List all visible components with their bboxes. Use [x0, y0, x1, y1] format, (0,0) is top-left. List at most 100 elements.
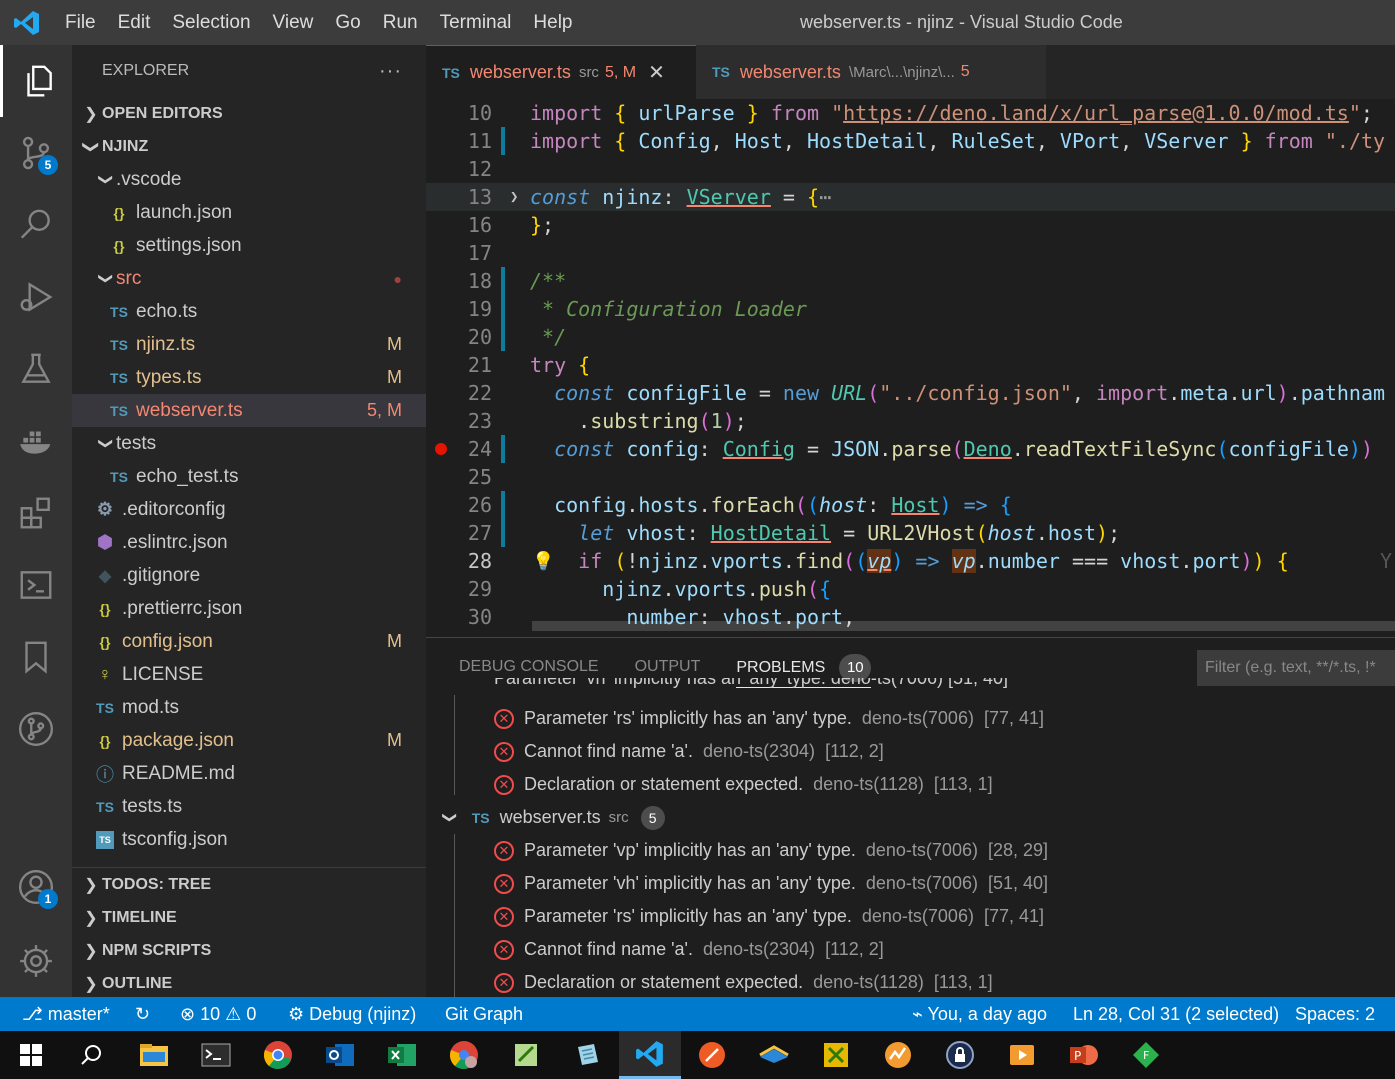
vscode-taskbar-icon[interactable] — [619, 1031, 681, 1079]
problem-row[interactable]: ✕ Parameter 'vp' implicitly has an 'any'… — [494, 834, 1048, 867]
mail-app-icon[interactable] — [743, 1031, 805, 1079]
tree-folder-src[interactable]: ❯ src ● — [72, 262, 426, 295]
powerpoint-icon[interactable]: P — [1053, 1031, 1115, 1079]
tree-file-readme-md[interactable]: ⓘ README.md — [72, 757, 426, 790]
problem-row-partial[interactable]: Parameter 'vh' implicitly has an 'any' t… — [494, 678, 1008, 695]
npm-scripts-section[interactable]: ❯ NPM SCRIPTS — [72, 934, 426, 967]
problem-file-group[interactable]: ❯ TS webserver.ts src 5 — [442, 801, 665, 834]
tree-file-gitignore[interactable]: ◆ .gitignore — [72, 559, 426, 592]
docker-icon[interactable] — [0, 405, 72, 477]
tree-file-echo-test-ts[interactable]: TS echo_test.ts — [72, 460, 426, 493]
tree-folder-tests[interactable]: ❯ tests — [72, 427, 426, 460]
notepad-plus-icon[interactable] — [495, 1031, 557, 1079]
tree-file-editorconfig[interactable]: ⚙ .editorconfig — [72, 493, 426, 526]
notes-app-icon[interactable] — [557, 1031, 619, 1079]
menu-edit[interactable]: Edit — [107, 0, 162, 45]
tab-webserver-ts-active[interactable]: TS webserver.ts src 5, M ✕ — [426, 45, 696, 99]
problem-row[interactable]: ✕ Parameter 'rs' implicitly has an 'any'… — [494, 702, 1044, 735]
problem-row[interactable]: ✕ Cannot find name 'a'. deno-ts(2304) [1… — [494, 933, 884, 966]
explorer-icon[interactable] — [0, 45, 72, 117]
project-section[interactable]: ❯ NJINZ — [72, 130, 426, 163]
problem-row[interactable]: ✕ Parameter 'rs' implicitly has an 'any'… — [494, 900, 1044, 933]
status-git-graph[interactable]: Git Graph — [445, 997, 523, 1031]
tree-file-echo-ts[interactable]: TS echo.ts — [72, 295, 426, 328]
status-debug[interactable]: ⚙ Debug (njinz) — [288, 997, 416, 1031]
problem-row[interactable]: ✕ Declaration or statement expected. den… — [494, 768, 993, 801]
status-branch[interactable]: ⎇ master* — [22, 997, 110, 1031]
chrome-icon[interactable] — [247, 1031, 309, 1079]
status-problems[interactable]: ⊗ 10 ⚠ 0 — [180, 997, 256, 1031]
menu-view[interactable]: View — [262, 0, 325, 45]
menu-go[interactable]: Go — [324, 0, 371, 45]
tree-file-config-json[interactable]: {} config.json M — [72, 625, 426, 658]
problem-position: [113, 1] — [933, 972, 993, 992]
close-icon[interactable]: ✕ — [648, 60, 665, 85]
file-explorer-icon[interactable] — [123, 1031, 185, 1079]
code-line: 22 const configFile = new URL("../config… — [426, 379, 1395, 407]
tree-file-launch-json[interactable]: {} launch.json — [72, 196, 426, 229]
tab-webserver-ts-other[interactable]: TS webserver.ts \Marc\...\njinz\... 5 — [696, 45, 1046, 99]
menu-selection[interactable]: Selection — [161, 0, 261, 45]
outline-section[interactable]: ❯ OUTLINE — [72, 967, 426, 1000]
tree-folder-vscode[interactable]: ❯ .vscode — [72, 163, 426, 196]
tree-file-njinz-ts[interactable]: TS njinz.ts M — [72, 328, 426, 361]
taskbar-search-icon[interactable] — [60, 1031, 122, 1079]
problem-row[interactable]: ✕ Parameter 'vh' implicitly has an 'any'… — [494, 867, 1048, 900]
tree-file-webserver-ts[interactable]: TS webserver.ts 5, M — [72, 394, 426, 427]
testing-beaker-icon[interactable] — [0, 333, 72, 405]
excel-icon[interactable] — [371, 1031, 433, 1079]
vscode-logo-icon — [0, 0, 54, 45]
open-editors-section[interactable]: ❯ OPEN EDITORS — [72, 97, 426, 130]
menu-terminal[interactable]: Terminal — [429, 0, 523, 45]
snip-tool-icon[interactable] — [805, 1031, 867, 1079]
tree-file-mod-ts[interactable]: TS mod.ts — [72, 691, 426, 724]
outlook-icon[interactable] — [309, 1031, 371, 1079]
accounts-icon[interactable]: 1 — [0, 851, 72, 923]
timeline-section[interactable]: ❯ TIMELINE — [72, 901, 426, 934]
status-cursor-position[interactable]: Ln 28, Col 31 (2 selected) — [1073, 997, 1279, 1031]
tree-file-tests-ts[interactable]: TS tests.ts — [72, 790, 426, 823]
code-editor[interactable]: 10 import { urlParse } from "https://den… — [426, 99, 1395, 637]
chrome-profile-icon[interactable] — [433, 1031, 495, 1079]
tree-file-settings-json[interactable]: {} settings.json — [72, 229, 426, 262]
menu-file[interactable]: File — [54, 0, 107, 45]
error-count: 10 — [200, 1004, 221, 1024]
tree-file-package-json[interactable]: {} package.json M — [72, 724, 426, 757]
git-graph-icon[interactable] — [0, 693, 72, 765]
menu-help[interactable]: Help — [522, 0, 583, 45]
todos-tree-section[interactable]: ❯ TODOS: TREE — [72, 868, 426, 901]
postman-icon[interactable] — [681, 1031, 743, 1079]
wireshark-icon[interactable] — [867, 1031, 929, 1079]
feedly-icon[interactable]: F — [1115, 1031, 1177, 1079]
status-blame[interactable]: ⌁ You, a day ago — [912, 997, 1047, 1031]
tree-file-tsconfig-json[interactable]: TS tsconfig.json — [72, 823, 426, 856]
vpn-lock-icon[interactable] — [929, 1031, 991, 1079]
search-icon[interactable] — [0, 189, 72, 261]
problem-row[interactable]: ✕ Cannot find name 'a'. deno-ts(2304) [1… — [494, 735, 884, 768]
menu-run[interactable]: Run — [372, 0, 429, 45]
editor-tabs: TS webserver.ts src 5, M ✕ TS webserver.… — [426, 45, 1395, 99]
media-player-icon[interactable] — [991, 1031, 1053, 1079]
tree-file-types-ts[interactable]: TS types.ts M — [72, 361, 426, 394]
code-line: 13 ❯ const njinz: VServer = {⋯ — [426, 183, 1395, 211]
bookmarks-icon[interactable] — [0, 621, 72, 693]
tab-label: PROBLEMS — [736, 658, 826, 676]
tree-file-prettierrc-json[interactable]: {} .prettierrc.json — [72, 592, 426, 625]
run-debug-icon[interactable] — [0, 261, 72, 333]
problem-row[interactable]: ✕ Declaration or statement expected. den… — [494, 966, 993, 999]
settings-gear-icon[interactable] — [0, 925, 72, 997]
breakpoint-icon[interactable] — [435, 443, 447, 455]
source-control-icon[interactable]: 5 — [0, 117, 72, 189]
terminal-app-icon[interactable] — [185, 1031, 247, 1079]
more-actions-icon[interactable]: ··· — [379, 60, 402, 83]
extensions-icon[interactable] — [0, 477, 72, 549]
fold-chevron-icon[interactable]: ❯ — [510, 189, 518, 205]
tree-file-eslintrc-json[interactable]: ⬢ .eslintrc.json — [72, 526, 426, 559]
status-indentation[interactable]: Spaces: 2 — [1295, 997, 1375, 1031]
tree-file-license[interactable]: ♀ LICENSE — [72, 658, 426, 691]
code-line: 10 import { urlParse } from "https://den… — [426, 99, 1395, 127]
remote-explorer-icon[interactable] — [0, 549, 72, 621]
git-status: 5, M — [366, 400, 402, 420]
sync-icon[interactable]: ↻ — [135, 997, 150, 1031]
windows-start-icon[interactable] — [0, 1031, 62, 1079]
